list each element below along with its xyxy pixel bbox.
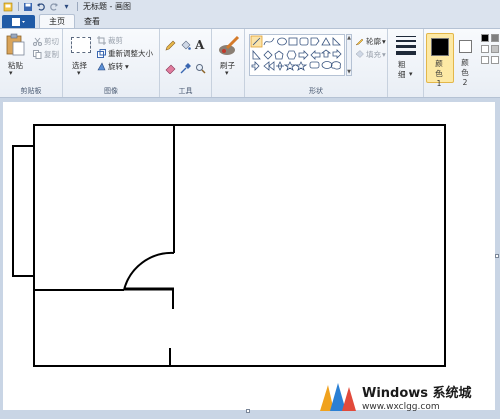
magnifier-icon[interactable] bbox=[195, 63, 206, 74]
shapes-scrollbar[interactable]: ▲ ▼ bbox=[346, 34, 352, 76]
rotate-icon bbox=[97, 62, 106, 71]
customize-chevron-icon[interactable]: ▾ bbox=[61, 1, 72, 12]
paste-icon[interactable] bbox=[5, 33, 25, 57]
separator bbox=[77, 2, 78, 11]
rotate-button[interactable]: 旋转 ▾ bbox=[97, 61, 129, 72]
size-dropdown-icon[interactable]: ▾ bbox=[409, 70, 413, 78]
tab-view[interactable]: 查看 bbox=[75, 14, 109, 28]
text-tool-icon[interactable]: A bbox=[195, 38, 207, 52]
tab-home[interactable]: 主页 bbox=[39, 14, 75, 28]
shapes-gallery[interactable] bbox=[249, 34, 345, 76]
fill-bucket-icon[interactable] bbox=[180, 40, 191, 51]
palette-swatch-lightgray[interactable] bbox=[491, 45, 499, 53]
windows-logo-icon bbox=[320, 383, 356, 411]
color1-swatch bbox=[431, 38, 449, 56]
color-palette bbox=[480, 34, 500, 74]
app-icon[interactable] bbox=[2, 1, 13, 12]
floor-plan-drawing bbox=[12, 124, 446, 367]
ribbon-tabs: 主页 查看 bbox=[0, 13, 500, 28]
tools-group-label: 工具 bbox=[178, 87, 193, 95]
brush-icon[interactable] bbox=[218, 35, 240, 57]
watermark: Windows 系统城 www.wxclgg.com bbox=[318, 378, 496, 416]
color1-label: 颜色 1 bbox=[435, 59, 443, 88]
color-picker-icon[interactable] bbox=[180, 63, 191, 74]
color2-label: 颜色 2 bbox=[461, 58, 469, 87]
resize-handle-right[interactable] bbox=[495, 254, 499, 258]
clipboard-group: 粘贴 ▾ 剪切 复制 剪贴板 bbox=[0, 29, 63, 97]
palette-swatch-empty[interactable] bbox=[481, 56, 489, 64]
eraser-icon[interactable] bbox=[165, 63, 176, 75]
outline-icon bbox=[355, 37, 364, 46]
scissors-icon bbox=[33, 37, 42, 46]
fill-icon bbox=[355, 50, 364, 59]
copy-icon bbox=[33, 50, 42, 59]
image-group: 选择 ▾ 裁剪 重新调整大小 旋转 ▾ 图像 bbox=[63, 29, 160, 97]
palette-swatch-empty[interactable] bbox=[491, 56, 499, 64]
palette-swatch-black[interactable] bbox=[481, 34, 489, 42]
crop-button[interactable]: 裁剪 bbox=[97, 35, 123, 46]
rotate-dropdown-icon: ▾ bbox=[125, 62, 129, 71]
resize-button[interactable]: 重新调整大小 bbox=[97, 48, 153, 59]
shapes-group-label: 形状 bbox=[309, 87, 323, 95]
outline-dropdown-icon: ▾ bbox=[382, 37, 386, 46]
fill-button[interactable]: 填充 ▾ bbox=[355, 49, 386, 60]
cut-label: 剪切 bbox=[44, 37, 59, 46]
rotate-label: 旋转 bbox=[108, 62, 123, 71]
resize-handle-bottom[interactable] bbox=[246, 409, 250, 413]
select-icon[interactable] bbox=[71, 37, 91, 53]
copy-button[interactable]: 复制 bbox=[33, 49, 59, 60]
brushes-dropdown-icon[interactable]: ▾ bbox=[225, 69, 229, 77]
outline-label: 轮廓 bbox=[366, 37, 381, 46]
outline-button[interactable]: 轮廓 ▾ bbox=[355, 36, 386, 47]
scroll-up-icon[interactable]: ▲ bbox=[347, 35, 351, 41]
cut-button[interactable]: 剪切 bbox=[33, 36, 59, 47]
crop-icon bbox=[97, 36, 106, 45]
brushes-group: 刷子 ▾ bbox=[212, 29, 245, 97]
color2-swatch bbox=[459, 40, 472, 53]
pencil-icon[interactable] bbox=[165, 40, 176, 51]
resize-label: 重新调整大小 bbox=[108, 49, 153, 58]
tools-group: A 工具 bbox=[160, 29, 212, 97]
watermark-title: Windows 系统城 bbox=[362, 386, 472, 401]
size-group: 粗细 ▾ bbox=[388, 29, 424, 97]
select-dropdown-icon[interactable]: ▾ bbox=[77, 69, 81, 77]
window-title: 无标题 - 画图 bbox=[83, 2, 131, 11]
copy-label: 复制 bbox=[44, 50, 59, 59]
line-width-icon[interactable] bbox=[396, 36, 416, 55]
crop-label: 裁剪 bbox=[108, 36, 123, 45]
color2-button[interactable]: 颜色 2 bbox=[456, 33, 478, 87]
palette-swatch-white[interactable] bbox=[481, 45, 489, 53]
fill-dropdown-icon: ▾ bbox=[382, 50, 386, 59]
redo-icon[interactable] bbox=[48, 1, 59, 12]
size-button[interactable]: 粗细 bbox=[398, 60, 408, 80]
drawing-canvas[interactable] bbox=[3, 102, 495, 410]
resize-icon bbox=[97, 49, 106, 58]
ribbon: 粘贴 ▾ 剪切 复制 剪贴板 选择 ▾ 裁剪 重新调整大小 旋转 ▾ 图像 A … bbox=[0, 28, 500, 98]
image-group-label: 图像 bbox=[104, 87, 118, 95]
workspace bbox=[0, 98, 500, 419]
file-menu-button[interactable] bbox=[2, 15, 35, 28]
fill-label: 填充 bbox=[366, 50, 381, 59]
scroll-down-icon[interactable]: ▼ bbox=[347, 69, 351, 75]
separator bbox=[18, 2, 19, 11]
watermark-url: www.wxclgg.com bbox=[362, 402, 440, 412]
shapes-group: ▲ ▼ 轮廓 ▾ 填充 ▾ 形状 bbox=[245, 29, 388, 97]
undo-icon[interactable] bbox=[35, 1, 46, 12]
clipboard-group-label: 剪贴板 bbox=[20, 87, 42, 95]
color1-button[interactable]: 颜色 1 bbox=[426, 33, 454, 88]
paste-dropdown-icon[interactable]: ▾ bbox=[9, 69, 13, 77]
palette-swatch-gray[interactable] bbox=[491, 34, 499, 42]
save-icon[interactable] bbox=[22, 1, 33, 12]
title-bar: ▾ 无标题 - 画图 bbox=[0, 0, 500, 13]
